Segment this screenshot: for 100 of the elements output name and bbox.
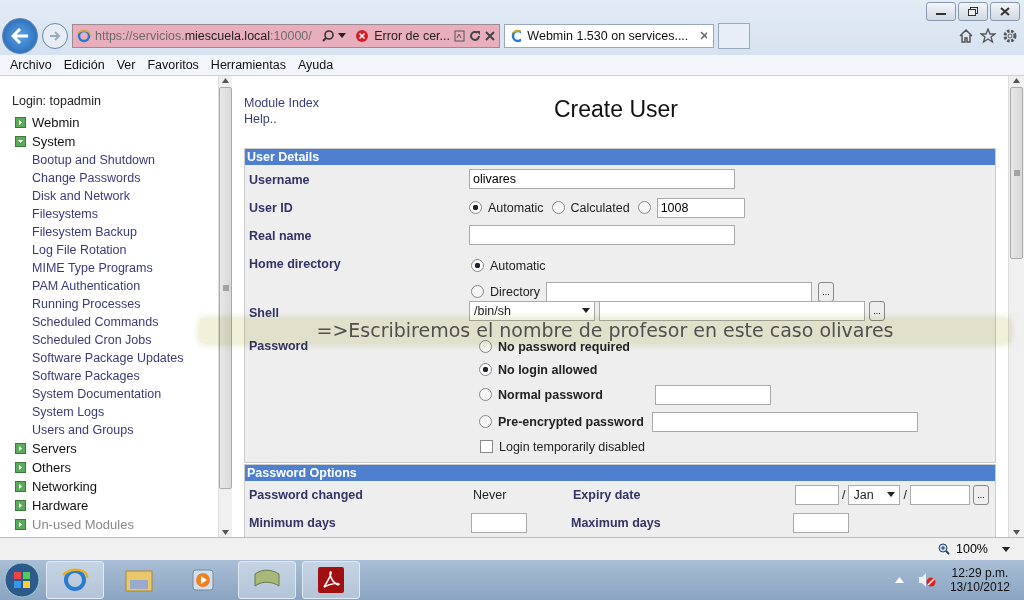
taskbar-button[interactable] [46,561,104,600]
text-field[interactable]: 1008 [656,197,745,218]
month-dropdown[interactable]: Jan [848,484,901,505]
menu-item[interactable]: Ver [110,57,142,72]
pdf-reader-icon [318,567,344,594]
module-link[interactable]: Scheduled Cron Jobs [32,330,198,349]
expand-icon[interactable] [15,499,26,511]
radio-button[interactable] [479,415,492,429]
text-field[interactable] [546,281,812,302]
text-field[interactable]: olivares [469,168,735,189]
close-button[interactable] [990,2,1020,21]
clock-date: 13/10/2012 [949,580,1010,595]
category-item[interactable]: Servers [32,440,77,456]
start-button[interactable] [4,562,40,599]
radio-button[interactable] [469,201,482,215]
browser-tab[interactable]: Webmin 1.530 on services.... [504,23,714,48]
expand-icon[interactable] [15,480,26,492]
module-link[interactable]: Log File Rotation [32,240,198,259]
back-button[interactable] [2,17,38,54]
menu-item[interactable]: Herramientas [204,57,292,72]
text-field[interactable] [469,224,735,245]
page-title: Create User [554,95,678,123]
text-field[interactable] [793,512,849,533]
module-link[interactable]: Bootup and Shutdown [32,150,198,169]
compatibility-icon[interactable] [454,29,465,42]
search-icon[interactable] [322,29,335,42]
category-item[interactable]: System [32,133,76,149]
login-label: Login: topadmin [12,93,102,110]
text-field[interactable] [471,512,527,533]
password-field[interactable] [651,411,918,432]
close-icon[interactable] [700,31,707,41]
zoom-level[interactable]: 100% [956,542,988,557]
radio-button[interactable] [471,259,484,273]
star-icon[interactable] [980,27,996,44]
radio-button[interactable] [479,363,492,377]
module-link[interactable]: Software Package Updates [32,348,198,367]
collapse-icon[interactable] [15,135,26,147]
module-link[interactable]: Running Processes [32,294,198,313]
page-link[interactable]: Module Index [244,95,554,110]
text-field[interactable] [795,484,839,505]
category-item[interactable]: Webmin [32,114,80,130]
menu-item[interactable]: Ayuda [291,57,340,72]
module-link[interactable]: Scheduled Commands [32,312,198,331]
muted-speaker-icon[interactable] [917,572,936,589]
expand-icon[interactable] [15,116,26,128]
folder-icon [124,567,154,594]
module-link[interactable]: Filesystem Backup [32,222,198,241]
certificate-error[interactable]: Error de cer... [374,28,450,43]
text-field[interactable] [909,484,970,505]
date-separator: / [842,487,846,502]
caret-icon [1002,546,1010,552]
field-label: Expiry date [573,487,642,502]
caret-icon [887,492,896,498]
category-item[interactable]: Networking [32,478,98,494]
menu-item[interactable]: Edición [57,57,111,72]
category-item[interactable]: Hardware [32,497,89,513]
close-icon[interactable] [485,30,495,41]
menu-item[interactable]: Archivo [4,57,58,72]
radio-button[interactable] [637,201,651,215]
module-link[interactable]: Change Passwords [32,168,198,187]
maximize-button[interactable] [958,2,988,21]
shell-dropdown[interactable]: /bin/sh [469,300,595,321]
checkbox[interactable] [480,440,493,454]
radio-button[interactable] [471,285,484,299]
scroll-down-icon[interactable] [222,530,229,536]
minimize-button[interactable] [926,2,956,21]
module-link[interactable]: MIME Type Programs [32,258,198,277]
settings-icon[interactable] [1002,27,1018,44]
refresh-icon[interactable] [469,29,481,42]
module-link[interactable]: PAM Authentication [32,276,198,295]
radio-button[interactable] [479,340,492,354]
error-icon [356,29,369,42]
page-link[interactable]: Help.. [244,111,554,126]
forward-button[interactable] [42,22,68,49]
clock-time: 12:29 p.m. [951,566,1009,581]
radio-label: No login allowed [498,362,598,377]
browse-button[interactable]: ... [818,281,834,302]
radio-button[interactable] [551,201,565,215]
scroll-down-icon[interactable] [1013,530,1020,536]
address-bar[interactable]: https://servicios.miescuela.local:10000/ Error de cer... [72,23,500,48]
module-link[interactable]: System Documentation [32,384,198,403]
expand-icon[interactable] [15,442,26,454]
scrollbar[interactable] [218,75,232,538]
expand-icon[interactable] [15,461,26,473]
taskbar-button[interactable] [302,561,360,600]
text-field[interactable] [599,300,865,321]
module-link[interactable]: System Logs [32,402,198,421]
module-link[interactable]: Users and Groups [32,420,198,439]
field-label: Username [249,172,311,187]
scrollbar[interactable] [1008,75,1024,538]
home-icon[interactable] [958,27,974,44]
module-link[interactable]: Disk and Network Filesystems [32,186,198,223]
radio-button[interactable] [479,388,492,402]
browse-button[interactable]: ... [972,484,989,505]
module-link[interactable]: Software Packages [32,366,198,385]
radio-label: Automatic [490,258,546,273]
password-field[interactable] [654,384,771,405]
category-item[interactable]: Others [32,459,71,475]
browse-button[interactable]: ... [869,300,885,321]
menu-item[interactable]: Favoritos [141,57,205,72]
